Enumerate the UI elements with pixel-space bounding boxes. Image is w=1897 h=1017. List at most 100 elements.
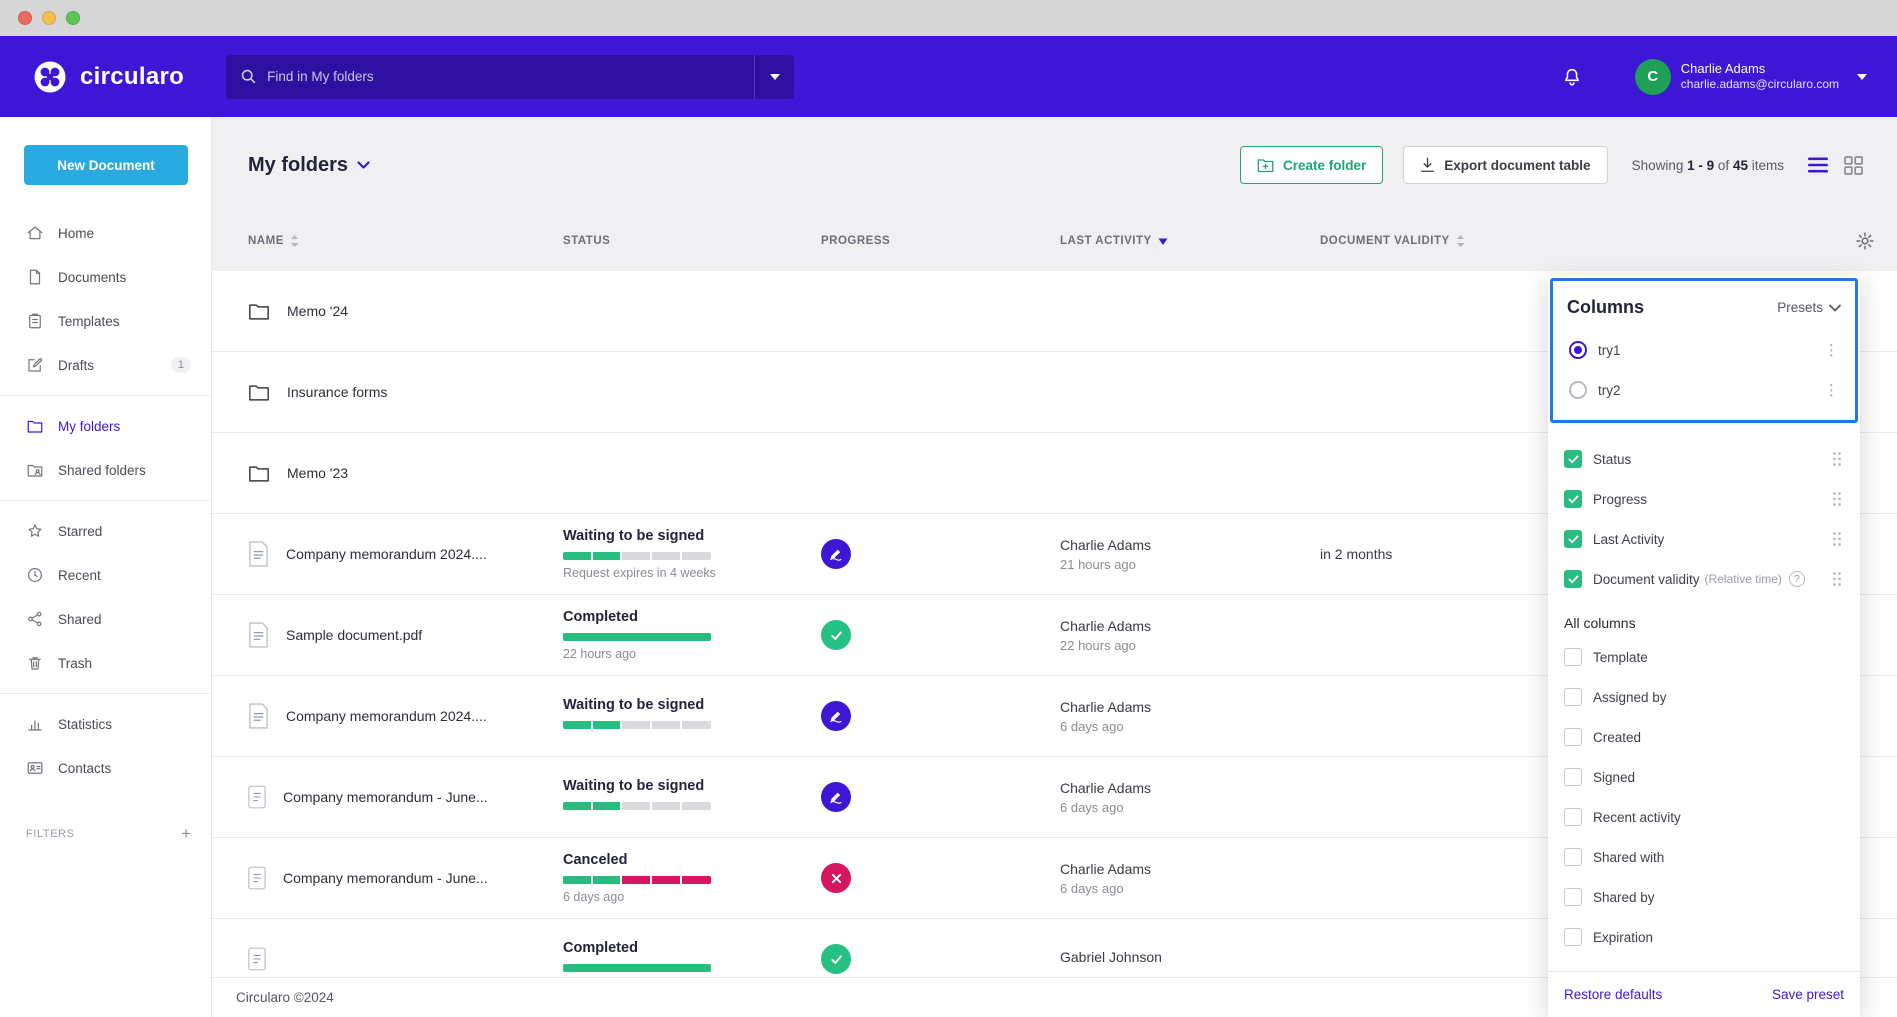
page-title-dropdown[interactable]: My folders (248, 154, 370, 177)
notifications-bell-icon[interactable] (1561, 66, 1583, 88)
new-document-button[interactable]: New Document (24, 145, 188, 185)
close-button[interactable] (18, 11, 32, 25)
create-folder-button[interactable]: Create folder (1240, 146, 1383, 184)
sort-desc-icon[interactable] (1158, 238, 1168, 245)
column-toggle-created[interactable]: Created (1564, 717, 1844, 757)
column-toggle-last-activity[interactable]: Last Activity (1564, 519, 1844, 559)
table-settings-gear-icon[interactable] (1855, 231, 1875, 251)
sort-icon[interactable] (290, 234, 299, 248)
sidebar-item-statistics[interactable]: Statistics (0, 702, 211, 746)
column-toggle-status[interactable]: Status (1564, 439, 1844, 479)
checkbox-checked-icon[interactable] (1564, 570, 1582, 588)
sidebar-item-starred[interactable]: Starred (0, 509, 211, 553)
checkbox-unchecked-icon[interactable] (1564, 768, 1582, 786)
checkbox-unchecked-icon[interactable] (1564, 808, 1582, 826)
column-toggle-expiration[interactable]: Expiration (1564, 917, 1844, 957)
checkbox-unchecked-icon[interactable] (1564, 728, 1582, 746)
sidebar-item-label: Shared (58, 612, 102, 627)
export-label: Export document table (1444, 158, 1590, 173)
search-bar[interactable] (226, 55, 794, 99)
maximize-button[interactable] (66, 11, 80, 25)
activity-time: 22 hours ago (1060, 638, 1320, 653)
checkbox-unchecked-icon[interactable] (1564, 848, 1582, 866)
sidebar-item-contacts[interactable]: Contacts (0, 746, 211, 790)
drag-handle-icon[interactable] (1830, 489, 1844, 509)
column-toggle-template[interactable]: Template (1564, 637, 1844, 677)
list-view-icon[interactable] (1808, 157, 1828, 173)
column-label: Recent activity (1593, 810, 1681, 825)
sidebar-item-home[interactable]: Home (0, 211, 211, 255)
window-titlebar (0, 0, 1897, 36)
column-toggle-progress[interactable]: Progress (1564, 479, 1844, 519)
column-toggle-signed[interactable]: Signed (1564, 757, 1844, 797)
export-document-table-button[interactable]: Export document table (1403, 146, 1607, 184)
document-name[interactable]: Sample document.pdf (286, 627, 422, 643)
user-menu[interactable]: C Charlie Adams charlie.adams@circularo.… (1635, 59, 1867, 95)
column-label-suffix: (Relative time) (1705, 572, 1782, 586)
column-toggle-recent-activity[interactable]: Recent activity (1564, 797, 1844, 837)
column-toggle-shared-with[interactable]: Shared with (1564, 837, 1844, 877)
column-toggle-document-validity[interactable]: Document validity (Relative time) ? (1564, 559, 1844, 599)
save-preset-link[interactable]: Save preset (1772, 987, 1844, 1002)
document-name[interactable]: Company memorandum 2024.... (286, 546, 487, 562)
minimize-button[interactable] (42, 11, 56, 25)
sidebar-item-templates[interactable]: Templates (0, 299, 211, 343)
preset-option-try1[interactable]: try1 ⋮ (1553, 330, 1855, 370)
sidebar-item-drafts[interactable]: Drafts 1 (0, 343, 211, 387)
column-header-status[interactable]: STATUS (563, 235, 821, 247)
sidebar-item-documents[interactable]: Documents (0, 255, 211, 299)
document-icon (248, 947, 266, 971)
checkbox-checked-icon[interactable] (1564, 450, 1582, 468)
checkbox-checked-icon[interactable] (1564, 530, 1582, 548)
checkbox-unchecked-icon[interactable] (1564, 888, 1582, 906)
column-header-last-activity[interactable]: LAST ACTIVITY (1060, 235, 1320, 247)
checkbox-checked-icon[interactable] (1564, 490, 1582, 508)
table-header: NAME STATUS PROGRESS LAST ACTIVITY DOCUM… (212, 211, 1897, 271)
sidebar-item-my-folders[interactable]: My folders (0, 404, 211, 448)
search-scope-dropdown[interactable] (754, 55, 794, 99)
folder-name[interactable]: Memo '24 (287, 303, 348, 319)
user-avatar[interactable]: C (1635, 59, 1671, 95)
column-label: Shared with (1593, 850, 1664, 865)
activity-user: Charlie Adams (1060, 780, 1320, 796)
star-icon (26, 522, 44, 540)
status-text: Waiting to be signed (563, 697, 821, 713)
column-toggle-shared-by[interactable]: Shared by (1564, 877, 1844, 917)
checkbox-unchecked-icon[interactable] (1564, 688, 1582, 706)
folder-name[interactable]: Insurance forms (287, 384, 387, 400)
sidebar-item-shared-folders[interactable]: Shared folders (0, 448, 211, 492)
column-header-name[interactable]: NAME (248, 234, 563, 248)
radio-unselected-icon[interactable] (1569, 381, 1587, 399)
restore-defaults-link[interactable]: Restore defaults (1564, 987, 1662, 1002)
document-name[interactable]: Company memorandum - June... (283, 870, 488, 886)
grid-view-icon[interactable] (1844, 156, 1863, 175)
column-header-progress[interactable]: PROGRESS (821, 235, 1060, 247)
drag-handle-icon[interactable] (1830, 449, 1844, 469)
add-filter-button[interactable]: + (181, 824, 191, 844)
preset-label: try1 (1598, 343, 1621, 358)
document-name[interactable]: Company memorandum 2024.... (286, 708, 487, 724)
sidebar-item-recent[interactable]: Recent (0, 553, 211, 597)
drag-handle-icon[interactable] (1830, 529, 1844, 549)
checkbox-unchecked-icon[interactable] (1564, 648, 1582, 666)
help-icon[interactable]: ? (1789, 571, 1805, 587)
kebab-menu-icon[interactable]: ⋮ (1820, 381, 1843, 399)
sort-icon[interactable] (1456, 234, 1465, 248)
sidebar-item-shared[interactable]: Shared (0, 597, 211, 641)
document-icon (248, 866, 266, 890)
kebab-menu-icon[interactable]: ⋮ (1820, 341, 1843, 359)
radio-selected-icon[interactable] (1569, 341, 1587, 359)
search-input[interactable] (267, 69, 754, 84)
drag-handle-icon[interactable] (1830, 569, 1844, 589)
column-header-document-validity[interactable]: DOCUMENT VALIDITY (1320, 234, 1837, 248)
column-toggle-assigned-by[interactable]: Assigned by (1564, 677, 1844, 717)
folder-name[interactable]: Memo '23 (287, 465, 348, 481)
document-name[interactable]: Company memorandum - June... (283, 789, 488, 805)
sidebar-item-trash[interactable]: Trash (0, 641, 211, 685)
pencil-icon (26, 356, 44, 374)
circularo-logo[interactable]: circularo (32, 59, 184, 95)
checkbox-unchecked-icon[interactable] (1564, 928, 1582, 946)
preset-option-try2[interactable]: try2 ⋮ (1553, 370, 1855, 410)
sidebar-item-label: Home (58, 226, 94, 241)
presets-dropdown[interactable]: Presets (1777, 300, 1841, 315)
